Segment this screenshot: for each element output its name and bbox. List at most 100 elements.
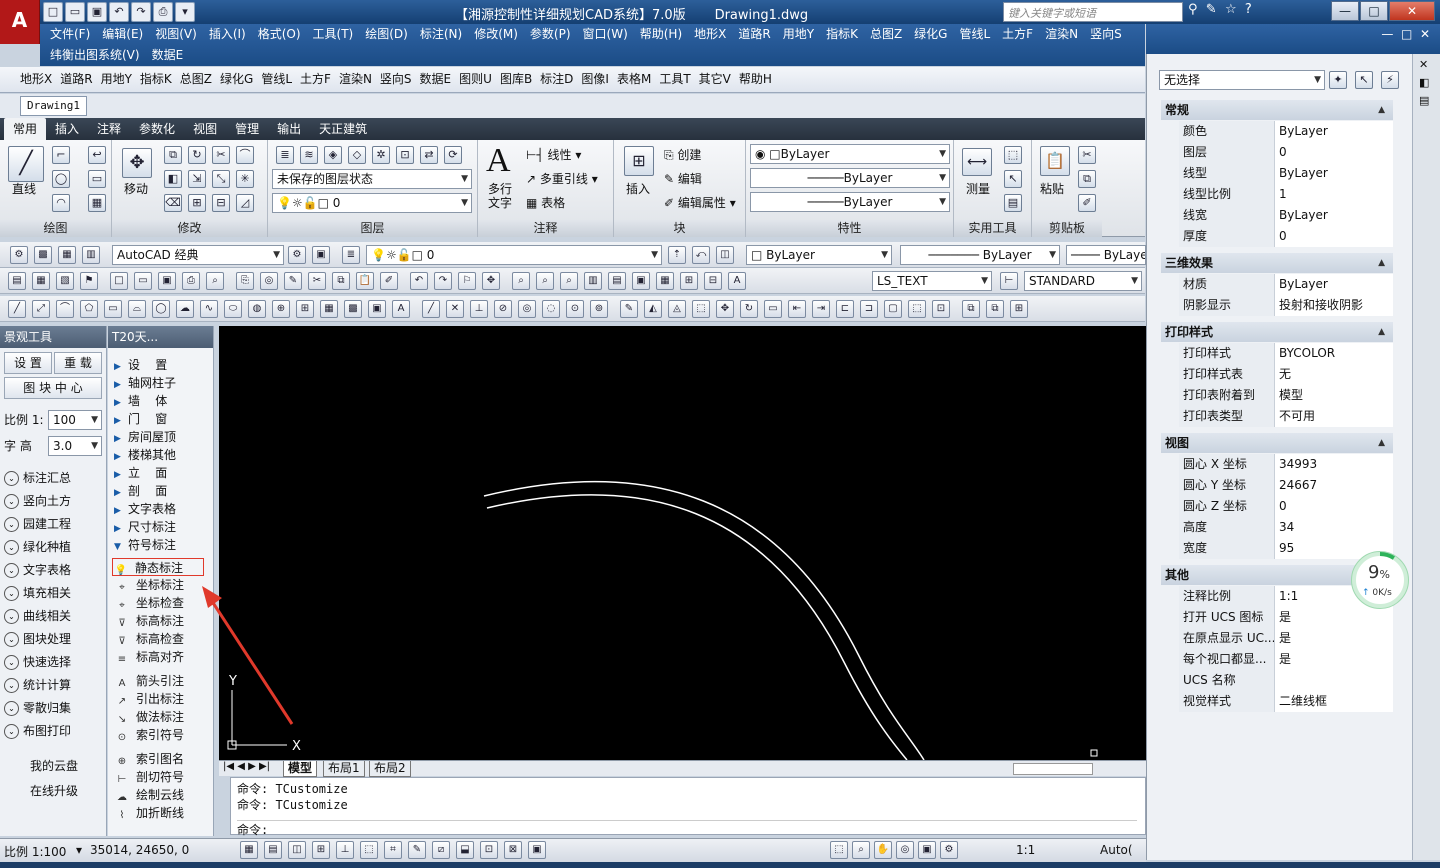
qat-dropdown-icon[interactable]: ▾: [175, 2, 195, 22]
toolbar-lineweight-dropdown[interactable]: ──── ByLaye: [1066, 245, 1146, 265]
property-value[interactable]: 34: [1275, 517, 1393, 538]
standard-tool-icon[interactable]: ✎: [284, 272, 302, 290]
standard-tool-icon[interactable]: ⚑: [80, 272, 98, 290]
status-toggle-icon[interactable]: ⊥: [336, 841, 354, 859]
toolbar2-menu-item[interactable]: 竖向S: [376, 67, 416, 92]
draw-tool-icon[interactable]: ▭: [104, 300, 122, 318]
menu-item[interactable]: 标注(N): [414, 24, 468, 45]
landscape-menu-item[interactable]: ⌄ 绿化种植: [4, 537, 71, 557]
draw-tool-icon[interactable]: ◍: [248, 300, 266, 318]
menu-item[interactable]: 帮助(H): [634, 24, 688, 45]
draw-tool-icon[interactable]: ▭: [764, 300, 782, 318]
open-file-icon[interactable]: ▭: [65, 2, 85, 22]
tab-model[interactable]: 模型: [283, 761, 318, 777]
create-block-button[interactable]: ⎘ 创建: [664, 146, 701, 163]
menu-item[interactable]: 编辑(E): [96, 24, 149, 45]
property-row[interactable]: 线型比例 1: [1179, 184, 1393, 205]
line-icon[interactable]: ╱: [8, 146, 44, 182]
toolbar2-menu-item[interactable]: 数据E: [416, 67, 456, 92]
property-row[interactable]: 图层 0: [1179, 142, 1393, 163]
help-icon[interactable]: ?: [1245, 2, 1252, 17]
status-nav-icon[interactable]: ▣: [918, 841, 936, 859]
draw-tool-icon[interactable]: ▣: [368, 300, 386, 318]
property-value[interactable]: 是: [1275, 607, 1393, 628]
property-row[interactable]: 材质 ByLayer: [1179, 274, 1393, 295]
landscape-menu-item[interactable]: ⌄ 曲线相关: [4, 606, 71, 626]
toolbar2-menu-item[interactable]: 标注D: [536, 67, 577, 92]
star-icon[interactable]: ☆: [1225, 2, 1237, 17]
property-row[interactable]: UCS 名称: [1179, 670, 1393, 691]
customize-icon[interactable]: ▣: [312, 246, 330, 264]
t20-menu-item[interactable]: ▶ 墙 体: [114, 392, 167, 410]
layer-state-dropdown[interactable]: 未保存的图层状态 ▼: [272, 169, 472, 189]
status-nav-icon[interactable]: ✋: [874, 841, 892, 859]
t20-menu-item[interactable]: ▶ 设 置: [114, 356, 167, 374]
property-value[interactable]: 投射和接收阴影: [1275, 295, 1393, 316]
landscape-menu-item[interactable]: ⌄ 园建工程: [4, 514, 71, 534]
draw-tool-icon[interactable]: ⊐: [860, 300, 878, 318]
status-toggle-icon[interactable]: ⊠: [504, 841, 522, 859]
status-toggle-icon[interactable]: ⊡: [480, 841, 498, 859]
help-search-input[interactable]: 键入关键字或短语: [1003, 2, 1183, 22]
property-value[interactable]: ByLayer: [1275, 205, 1393, 226]
property-row[interactable]: 每个视口都显... 是: [1179, 649, 1393, 670]
property-row[interactable]: 阴影显示 投射和接收阴影: [1179, 295, 1393, 316]
property-row[interactable]: 打印样式表无: [1179, 364, 1393, 385]
status-toggle-icon[interactable]: ▤: [264, 841, 282, 859]
mtext-label[interactable]: 多行 文字: [488, 182, 512, 210]
panel-title-block[interactable]: 块: [614, 220, 745, 237]
panel-title-modify[interactable]: 修改: [112, 220, 267, 237]
t20-sub-item[interactable]: ⌇ 加折断线: [114, 804, 184, 822]
property-value[interactable]: 0: [1275, 142, 1393, 163]
property-value[interactable]: 24667: [1275, 475, 1393, 496]
measure-icon[interactable]: ⟷: [962, 148, 992, 176]
menu-item[interactable]: 绘图(D): [359, 24, 414, 45]
menu-item[interactable]: 土方F: [996, 24, 1039, 45]
drawing-canvas[interactable]: Y X: [219, 326, 1146, 760]
layer-toolbar-dropdown[interactable]: 💡☼🔓□ 0 ▼: [366, 245, 662, 265]
draw-tool-icon[interactable]: ✎: [620, 300, 638, 318]
property-row[interactable]: 线宽 ByLayer: [1179, 205, 1393, 226]
property-value[interactable]: 无: [1275, 364, 1393, 385]
layer-props-icon[interactable]: ≣: [276, 146, 294, 164]
t20-menu-item[interactable]: ▶ 立 面: [114, 464, 167, 482]
new-file-icon[interactable]: □: [43, 2, 63, 22]
reload-button[interactable]: 重 载: [54, 352, 102, 374]
palette-close-icon[interactable]: ✕: [1419, 58, 1428, 71]
toolbar2-menu-item[interactable]: 地形X: [16, 67, 56, 92]
property-row[interactable]: 圆心 Z 坐标 0: [1179, 496, 1393, 517]
t20-sub-item[interactable]: ↘ 做法标注: [114, 708, 184, 726]
standard-tool-icon[interactable]: ◎: [260, 272, 278, 290]
draw-tool-icon[interactable]: ⧉: [962, 300, 980, 318]
draw-tool-icon[interactable]: ⊕: [272, 300, 290, 318]
landscape-menu-item[interactable]: ⌄ 统计计算: [4, 675, 71, 695]
panel-title-annotation[interactable]: 注释: [478, 220, 613, 237]
status-toggle-icon[interactable]: ▦: [240, 841, 258, 859]
ribbon-tab[interactable]: 注释: [88, 118, 130, 140]
scale-dropdown[interactable]: 100 ▼: [48, 410, 102, 430]
arc-icon[interactable]: ◠: [52, 194, 70, 212]
toolbar2-menu-item[interactable]: 管线L: [257, 67, 296, 92]
property-value[interactable]: BYCOLOR: [1275, 343, 1393, 364]
toolbar-linetype-dropdown[interactable]: ─────── ByLayer ▼: [900, 245, 1060, 265]
standard-tool-icon[interactable]: ⌕: [512, 272, 530, 290]
toolbar-color-dropdown[interactable]: □ ByLayer ▼: [746, 245, 892, 265]
selection-dropdown[interactable]: 无选择 ▼: [1159, 70, 1325, 90]
t20-menu-item[interactable]: ▶ 轴网柱子: [114, 374, 176, 392]
standard-tool-icon[interactable]: ↶: [410, 272, 428, 290]
table-button[interactable]: ▦ 表格: [526, 194, 565, 211]
toolbar2-menu-item[interactable]: 总图Z: [176, 67, 216, 92]
menu-item[interactable]: 指标K: [820, 24, 864, 45]
standard-tool-icon[interactable]: ▦: [656, 272, 674, 290]
standard-tool-icon[interactable]: ▣: [158, 272, 176, 290]
property-value[interactable]: 模型: [1275, 385, 1393, 406]
draw-tool-icon[interactable]: ◯: [152, 300, 170, 318]
menu-item[interactable]: 渲染N: [1039, 24, 1084, 45]
toolbar2-menu-item[interactable]: 其它V: [695, 67, 735, 92]
mirror-icon[interactable]: ◧: [164, 170, 182, 188]
landscape-menu-item[interactable]: ⌄ 填充相关: [4, 583, 71, 603]
horizontal-scrollbar[interactable]: [1013, 763, 1093, 775]
draw-tool-icon[interactable]: ⌒: [56, 300, 74, 318]
property-value[interactable]: 34993: [1275, 454, 1393, 475]
status-toggle-icon[interactable]: ✎: [408, 841, 426, 859]
